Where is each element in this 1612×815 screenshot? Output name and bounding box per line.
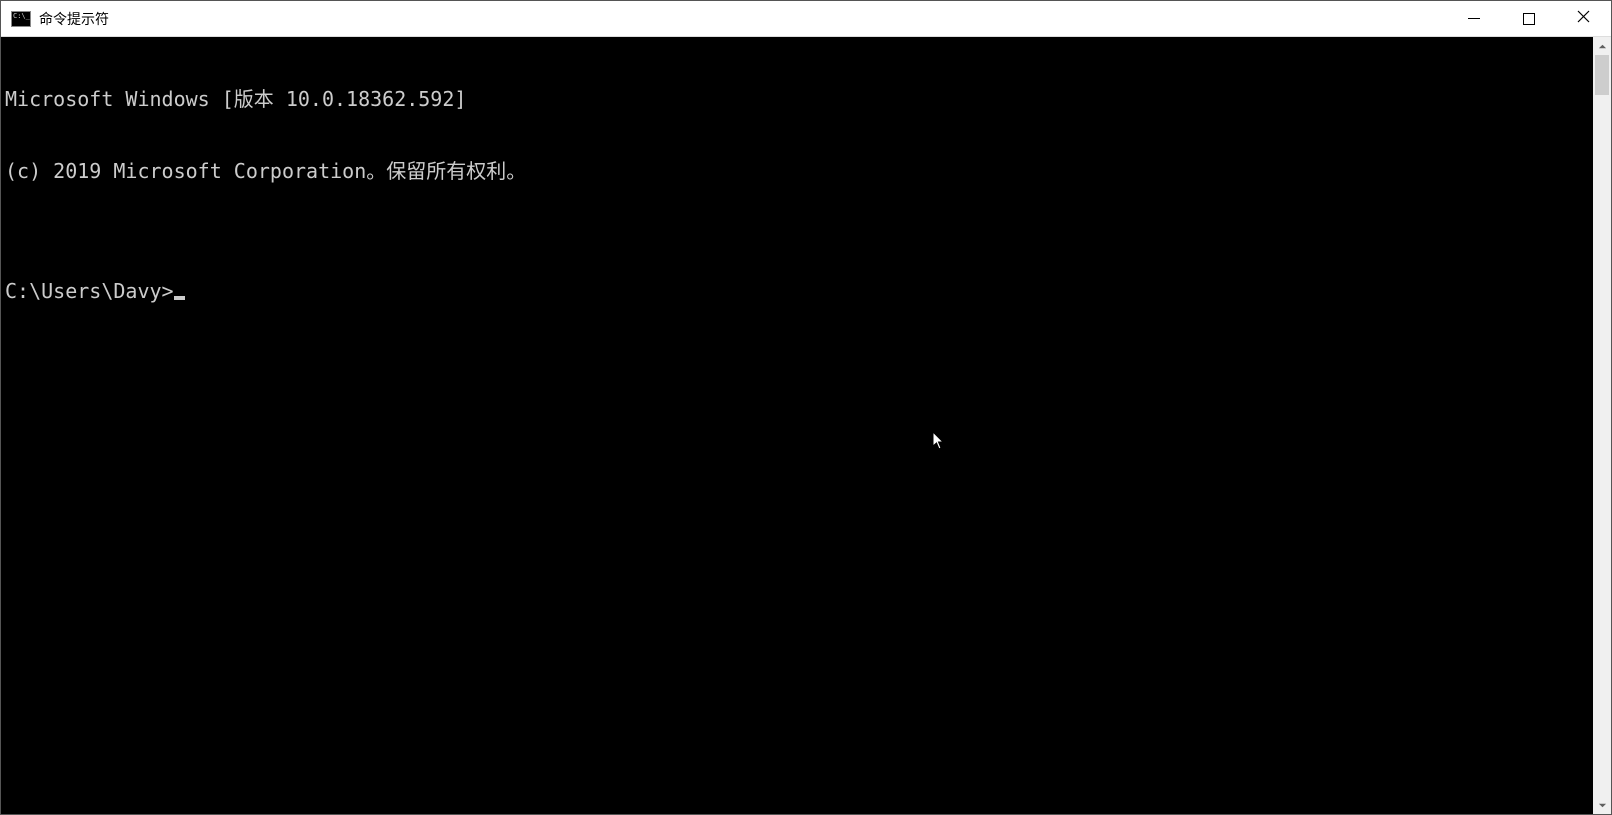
terminal-container: Microsoft Windows [版本 10.0.18362.592] (c… bbox=[1, 37, 1611, 814]
chevron-down-icon bbox=[1598, 801, 1607, 810]
terminal-output[interactable]: Microsoft Windows [版本 10.0.18362.592] (c… bbox=[1, 37, 1593, 814]
window-title: 命令提示符 bbox=[39, 9, 1446, 29]
text-cursor bbox=[174, 296, 185, 300]
command-prompt-window: 命令提示符 Microsoft Windows [版本 10.0.18362.5… bbox=[0, 0, 1612, 815]
app-icon bbox=[11, 11, 31, 27]
version-line: Microsoft Windows [版本 10.0.18362.592] bbox=[5, 87, 1589, 111]
maximize-button[interactable] bbox=[1501, 1, 1556, 36]
close-icon bbox=[1577, 10, 1590, 28]
window-controls bbox=[1446, 1, 1611, 36]
copyright-line: (c) 2019 Microsoft Corporation。保留所有权利。 bbox=[5, 159, 1589, 183]
chevron-up-icon bbox=[1598, 42, 1607, 51]
prompt-line: C:\Users\Davy> bbox=[5, 279, 1589, 303]
vertical-scrollbar[interactable] bbox=[1593, 37, 1611, 814]
mouse-cursor-icon bbox=[836, 407, 946, 480]
scrollbar-down-button[interactable] bbox=[1593, 796, 1611, 814]
prompt-text: C:\Users\Davy> bbox=[5, 279, 174, 303]
minimize-button[interactable] bbox=[1446, 1, 1501, 36]
close-button[interactable] bbox=[1556, 1, 1611, 36]
scrollbar-thumb[interactable] bbox=[1595, 55, 1609, 95]
maximize-icon bbox=[1523, 13, 1535, 25]
scrollbar-track[interactable] bbox=[1593, 55, 1611, 796]
scrollbar-up-button[interactable] bbox=[1593, 37, 1611, 55]
titlebar[interactable]: 命令提示符 bbox=[1, 1, 1611, 37]
minimize-icon bbox=[1468, 18, 1480, 19]
